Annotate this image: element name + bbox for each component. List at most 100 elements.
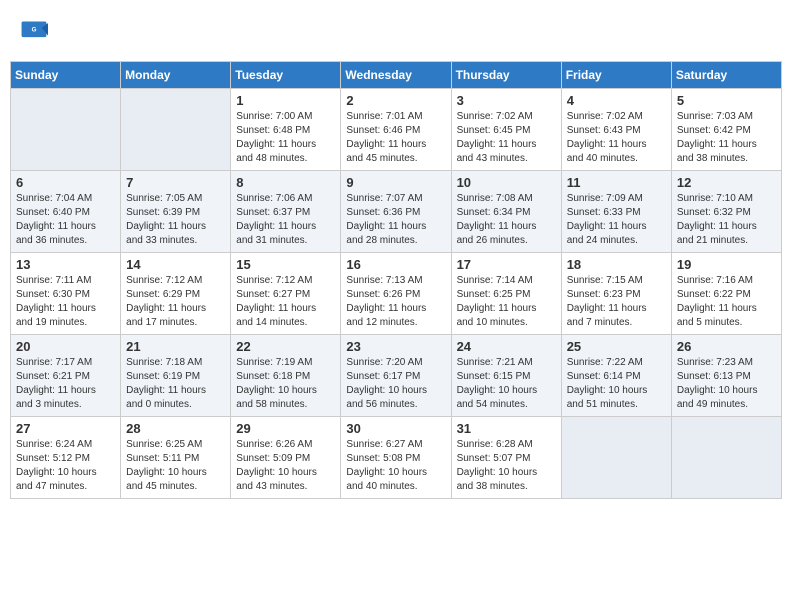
day-number: 27 [16, 421, 115, 436]
calendar-week-row: 20 Sunrise: 7:17 AM Sunset: 6:21 PM Dayli… [11, 335, 782, 417]
weekday-header: Saturday [671, 62, 781, 89]
day-number: 21 [126, 339, 225, 354]
day-number: 11 [567, 175, 666, 190]
calendar-cell: 11 Sunrise: 7:09 AM Sunset: 6:33 PM Dayli… [561, 171, 671, 253]
day-number: 10 [457, 175, 556, 190]
calendar-cell: 13Sunrise: 7:11 AM Sunset: 6:30 PM Dayli… [11, 253, 121, 335]
day-info: Sunrise: 7:22 AM Sunset: 6:14 PM Dayligh… [567, 356, 666, 412]
day-number: 29 [236, 421, 335, 436]
calendar-cell: 17 Sunrise: 7:14 AM Sunset: 6:25 PM Dayli… [451, 253, 561, 335]
weekday-header: Wednesday [341, 62, 451, 89]
day-info: Sunrise: 7:17 AM Sunset: 6:21 PM Dayligh… [16, 356, 115, 412]
calendar-cell: 15 Sunrise: 7:12 AM Sunset: 6:27 PM Dayli… [231, 253, 341, 335]
day-info: Sunrise: 7:18 AM Sunset: 6:19 PM Dayligh… [126, 356, 225, 412]
calendar-cell: 16Sunrise: 7:13 AM Sunset: 6:26 PM Dayli… [341, 253, 451, 335]
calendar-cell: 5 Sunrise: 7:03 AM Sunset: 6:42 PM Daylig… [671, 89, 781, 171]
day-number: 12 [677, 175, 776, 190]
calendar-cell [11, 89, 121, 171]
day-info: Sunrise: 7:09 AM Sunset: 6:33 PM Dayligh… [567, 192, 666, 248]
day-info: Sunrise: 7:03 AM Sunset: 6:42 PM Dayligh… [677, 110, 776, 166]
day-info: Sunrise: 7:05 AM Sunset: 6:39 PM Dayligh… [126, 192, 225, 248]
calendar-cell: 28 Sunrise: 6:25 AM Sunset: 5:11 PM Dayli… [121, 417, 231, 499]
day-number: 25 [567, 339, 666, 354]
day-number: 31 [457, 421, 556, 436]
calendar-cell: 29 Sunrise: 6:26 AM Sunset: 5:09 PM Dayli… [231, 417, 341, 499]
day-number: 28 [126, 421, 225, 436]
calendar-cell: 9 Sunrise: 7:07 AM Sunset: 6:36 PM Daylig… [341, 171, 451, 253]
day-info: Sunrise: 7:02 AM Sunset: 6:45 PM Dayligh… [457, 110, 556, 166]
calendar-week-row: 1Sunrise: 7:00 AM Sunset: 6:48 PM Daylig… [11, 89, 782, 171]
day-info: Sunrise: 7:13 AM Sunset: 6:26 PM Dayligh… [346, 274, 445, 330]
day-info: Sunrise: 6:27 AM Sunset: 5:08 PM Dayligh… [346, 438, 445, 494]
calendar-cell: 21 Sunrise: 7:18 AM Sunset: 6:19 PM Dayli… [121, 335, 231, 417]
calendar-cell: 10Sunrise: 7:08 AM Sunset: 6:34 PM Dayli… [451, 171, 561, 253]
day-info: Sunrise: 6:25 AM Sunset: 5:11 PM Dayligh… [126, 438, 225, 494]
day-number: 5 [677, 93, 776, 108]
calendar-cell: 23 Sunrise: 7:20 AM Sunset: 6:17 PM Dayli… [341, 335, 451, 417]
calendar-cell: 20 Sunrise: 7:17 AM Sunset: 6:21 PM Dayli… [11, 335, 121, 417]
weekday-header: Monday [121, 62, 231, 89]
day-info: Sunrise: 6:24 AM Sunset: 5:12 PM Dayligh… [16, 438, 115, 494]
day-info: Sunrise: 7:14 AM Sunset: 6:25 PM Dayligh… [457, 274, 556, 330]
day-number: 13 [16, 257, 115, 272]
day-number: 4 [567, 93, 666, 108]
calendar-cell: 14 Sunrise: 7:12 AM Sunset: 6:29 PM Dayli… [121, 253, 231, 335]
calendar-cell: 24Sunrise: 7:21 AM Sunset: 6:15 PM Dayli… [451, 335, 561, 417]
day-info: Sunrise: 7:04 AM Sunset: 6:40 PM Dayligh… [16, 192, 115, 248]
day-number: 14 [126, 257, 225, 272]
page-header: G [10, 10, 782, 53]
calendar-week-row: 6Sunrise: 7:04 AM Sunset: 6:40 PM Daylig… [11, 171, 782, 253]
day-number: 23 [346, 339, 445, 354]
weekday-header: Friday [561, 62, 671, 89]
day-number: 18 [567, 257, 666, 272]
calendar-cell: 31 Sunrise: 6:28 AM Sunset: 5:07 PM Dayli… [451, 417, 561, 499]
calendar-header-row: SundayMondayTuesdayWednesdayThursdayFrid… [11, 62, 782, 89]
day-info: Sunrise: 7:23 AM Sunset: 6:13 PM Dayligh… [677, 356, 776, 412]
calendar-table: SundayMondayTuesdayWednesdayThursdayFrid… [10, 61, 782, 499]
day-info: Sunrise: 6:26 AM Sunset: 5:09 PM Dayligh… [236, 438, 335, 494]
calendar-cell: 8 Sunrise: 7:06 AM Sunset: 6:37 PM Daylig… [231, 171, 341, 253]
day-number: 30 [346, 421, 445, 436]
calendar-cell: 30 Sunrise: 6:27 AM Sunset: 5:08 PM Dayli… [341, 417, 451, 499]
day-info: Sunrise: 7:07 AM Sunset: 6:36 PM Dayligh… [346, 192, 445, 248]
calendar-cell [561, 417, 671, 499]
day-info: Sunrise: 7:12 AM Sunset: 6:29 PM Dayligh… [126, 274, 225, 330]
day-number: 24 [457, 339, 556, 354]
day-number: 17 [457, 257, 556, 272]
day-number: 15 [236, 257, 335, 272]
calendar-cell: 27 Sunrise: 6:24 AM Sunset: 5:12 PM Dayli… [11, 417, 121, 499]
day-number: 26 [677, 339, 776, 354]
day-info: Sunrise: 7:20 AM Sunset: 6:17 PM Dayligh… [346, 356, 445, 412]
calendar-cell: 19 Sunrise: 7:16 AM Sunset: 6:22 PM Dayli… [671, 253, 781, 335]
calendar-week-row: 27 Sunrise: 6:24 AM Sunset: 5:12 PM Dayli… [11, 417, 782, 499]
calendar-cell: 4 Sunrise: 7:02 AM Sunset: 6:43 PM Daylig… [561, 89, 671, 171]
svg-text:G: G [32, 27, 37, 34]
day-info: Sunrise: 7:12 AM Sunset: 6:27 PM Dayligh… [236, 274, 335, 330]
day-number: 8 [236, 175, 335, 190]
calendar-cell: 12 Sunrise: 7:10 AM Sunset: 6:32 PM Dayli… [671, 171, 781, 253]
day-info: Sunrise: 7:19 AM Sunset: 6:18 PM Dayligh… [236, 356, 335, 412]
calendar-cell: 7 Sunrise: 7:05 AM Sunset: 6:39 PM Daylig… [121, 171, 231, 253]
day-info: Sunrise: 7:10 AM Sunset: 6:32 PM Dayligh… [677, 192, 776, 248]
day-number: 9 [346, 175, 445, 190]
calendar-cell: 2Sunrise: 7:01 AM Sunset: 6:46 PM Daylig… [341, 89, 451, 171]
weekday-header: Tuesday [231, 62, 341, 89]
day-info: Sunrise: 7:16 AM Sunset: 6:22 PM Dayligh… [677, 274, 776, 330]
calendar-cell [121, 89, 231, 171]
day-info: Sunrise: 7:00 AM Sunset: 6:48 PM Dayligh… [236, 110, 335, 166]
weekday-header: Sunday [11, 62, 121, 89]
day-number: 7 [126, 175, 225, 190]
day-info: Sunrise: 6:28 AM Sunset: 5:07 PM Dayligh… [457, 438, 556, 494]
calendar-cell: 6Sunrise: 7:04 AM Sunset: 6:40 PM Daylig… [11, 171, 121, 253]
day-number: 22 [236, 339, 335, 354]
calendar-cell: 18Sunrise: 7:15 AM Sunset: 6:23 PM Dayli… [561, 253, 671, 335]
day-number: 19 [677, 257, 776, 272]
day-number: 20 [16, 339, 115, 354]
day-info: Sunrise: 7:06 AM Sunset: 6:37 PM Dayligh… [236, 192, 335, 248]
calendar-cell [671, 417, 781, 499]
day-info: Sunrise: 7:01 AM Sunset: 6:46 PM Dayligh… [346, 110, 445, 166]
day-info: Sunrise: 7:02 AM Sunset: 6:43 PM Dayligh… [567, 110, 666, 166]
calendar-cell: 3 Sunrise: 7:02 AM Sunset: 6:45 PM Daylig… [451, 89, 561, 171]
calendar-cell: 22 Sunrise: 7:19 AM Sunset: 6:18 PM Dayli… [231, 335, 341, 417]
day-number: 3 [457, 93, 556, 108]
